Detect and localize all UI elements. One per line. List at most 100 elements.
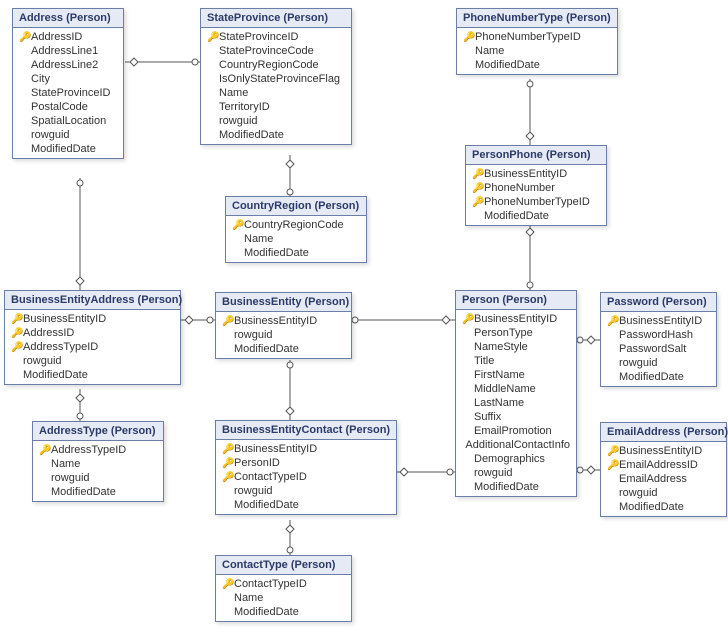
column-name: BusinessEntityID bbox=[23, 313, 106, 325]
column-name: IsOnlyStateProvinceFlag bbox=[219, 73, 340, 85]
entity-title: Address (Person) bbox=[13, 9, 123, 28]
column-name: rowguid bbox=[619, 487, 658, 499]
column-row: AddressLine1 bbox=[13, 44, 123, 58]
entity-emailaddress[interactable]: EmailAddress (Person) 🔑BusinessEntityID🔑… bbox=[600, 422, 727, 517]
entity-stateprovince[interactable]: StateProvince (Person) 🔑StateProvinceIDS… bbox=[200, 8, 352, 145]
column-name: PersonType bbox=[474, 327, 533, 339]
column-name: rowguid bbox=[619, 357, 658, 369]
column-name: AddressTypeID bbox=[51, 444, 126, 456]
entity-title: PhoneNumberType (Person) bbox=[457, 9, 617, 28]
entity-address[interactable]: Address (Person) 🔑AddressIDAddressLine1A… bbox=[12, 8, 124, 159]
column-row: ModifiedDate bbox=[201, 128, 351, 142]
entity-countryregion[interactable]: CountryRegion (Person) 🔑CountryRegionCod… bbox=[225, 196, 367, 263]
column-row: MiddleName bbox=[456, 382, 576, 396]
column-name: Name bbox=[219, 87, 248, 99]
column-row: IsOnlyStateProvinceFlag bbox=[201, 72, 351, 86]
column-row: Suffix bbox=[456, 410, 576, 424]
entity-businessentitycontact[interactable]: BusinessEntityContact (Person) 🔑Business… bbox=[215, 420, 397, 515]
entity-contacttype[interactable]: ContactType (Person) 🔑ContactTypeIDNameM… bbox=[215, 555, 352, 622]
column-row: 🔑ContactTypeID bbox=[216, 577, 351, 591]
column-name: SpatialLocation bbox=[31, 115, 106, 127]
column-name: LastName bbox=[474, 397, 524, 409]
primary-key-icon: 🔑 bbox=[222, 472, 234, 483]
column-name: AddressTypeID bbox=[23, 341, 98, 353]
entity-addresstype[interactable]: AddressType (Person) 🔑AddressTypeIDNamer… bbox=[32, 421, 164, 502]
column-row: rowguid bbox=[13, 128, 123, 142]
column-name: ContactTypeID bbox=[234, 578, 307, 590]
column-row: ModifiedDate bbox=[216, 605, 351, 619]
column-name: BusinessEntityID bbox=[234, 315, 317, 327]
column-row: Title bbox=[456, 354, 576, 368]
column-row: 🔑BusinessEntityID bbox=[5, 312, 180, 326]
column-name: rowguid bbox=[51, 472, 90, 484]
column-row: 🔑AddressID bbox=[5, 326, 180, 340]
primary-key-icon: 🔑 bbox=[463, 32, 475, 43]
column-name: ModifiedDate bbox=[475, 59, 540, 71]
column-row: ModifiedDate bbox=[456, 480, 576, 494]
entity-person[interactable]: Person (Person) 🔑BusinessEntityIDPersonT… bbox=[455, 290, 577, 497]
column-name: StateProvinceID bbox=[31, 87, 110, 99]
column-name: CountryRegionCode bbox=[219, 59, 319, 71]
entity-columns: 🔑PhoneNumberTypeIDNameModifiedDate bbox=[457, 28, 617, 74]
column-name: ModifiedDate bbox=[484, 210, 549, 222]
column-name: ModifiedDate bbox=[619, 501, 684, 513]
column-name: PersonID bbox=[234, 457, 280, 469]
entity-title: CountryRegion (Person) bbox=[226, 197, 366, 216]
primary-key-icon: 🔑 bbox=[222, 316, 234, 327]
entity-password[interactable]: Password (Person) 🔑BusinessEntityIDPassw… bbox=[600, 292, 717, 387]
entity-title: BusinessEntityAddress (Person) bbox=[5, 291, 180, 310]
column-row: ModifiedDate bbox=[457, 58, 617, 72]
entity-phonenumbertype[interactable]: PhoneNumberType (Person) 🔑PhoneNumberTyp… bbox=[456, 8, 618, 75]
column-row: StateProvinceCode bbox=[201, 44, 351, 58]
entity-businessentityaddress[interactable]: BusinessEntityAddress (Person) 🔑Business… bbox=[4, 290, 181, 385]
column-row: Name bbox=[457, 44, 617, 58]
column-name: PasswordHash bbox=[619, 329, 693, 341]
column-row: AddressLine2 bbox=[13, 58, 123, 72]
column-row: ModifiedDate bbox=[601, 500, 726, 514]
column-name: PostalCode bbox=[31, 101, 88, 113]
entity-businessentity[interactable]: BusinessEntity (Person) 🔑BusinessEntityI… bbox=[215, 292, 352, 359]
primary-key-icon: 🔑 bbox=[19, 32, 31, 43]
column-row: Name bbox=[226, 232, 366, 246]
column-row: ModifiedDate bbox=[216, 498, 396, 512]
column-name: ModifiedDate bbox=[234, 606, 299, 618]
primary-key-icon: 🔑 bbox=[462, 314, 474, 325]
column-name: Name bbox=[475, 45, 504, 57]
column-name: ModifiedDate bbox=[234, 499, 299, 511]
column-name: rowguid bbox=[474, 467, 513, 479]
column-name: BusinessEntityID bbox=[619, 445, 702, 457]
column-row: rowguid bbox=[216, 484, 396, 498]
column-name: BusinessEntityID bbox=[484, 168, 567, 180]
column-row: CountryRegionCode bbox=[201, 58, 351, 72]
column-name: BusinessEntityID bbox=[474, 313, 557, 325]
primary-key-icon: 🔑 bbox=[11, 314, 23, 325]
column-row: PasswordHash bbox=[601, 328, 716, 342]
column-row: rowguid bbox=[456, 466, 576, 480]
primary-key-icon: 🔑 bbox=[222, 458, 234, 469]
column-name: Demographics bbox=[474, 453, 545, 465]
primary-key-icon: 🔑 bbox=[11, 342, 23, 353]
column-name: ModifiedDate bbox=[23, 369, 88, 381]
primary-key-icon: 🔑 bbox=[207, 32, 219, 43]
column-name: PasswordSalt bbox=[619, 343, 686, 355]
column-name: AdditionalContactInfo bbox=[465, 439, 570, 451]
primary-key-icon: 🔑 bbox=[39, 445, 51, 456]
column-row: rowguid bbox=[5, 354, 180, 368]
entity-columns: 🔑BusinessEntityIDrowguidModifiedDate bbox=[216, 312, 351, 358]
column-row: PostalCode bbox=[13, 100, 123, 114]
entity-columns: 🔑BusinessEntityID🔑AddressID🔑AddressTypeI… bbox=[5, 310, 180, 384]
column-row: ModifiedDate bbox=[601, 370, 716, 384]
column-row: 🔑BusinessEntityID bbox=[466, 167, 606, 181]
column-row: 🔑PhoneNumber bbox=[466, 181, 606, 195]
column-row: PersonType bbox=[456, 326, 576, 340]
entity-personphone[interactable]: PersonPhone (Person) 🔑BusinessEntityID🔑P… bbox=[465, 145, 607, 226]
column-name: AddressID bbox=[31, 31, 82, 43]
column-row: EmailPromotion bbox=[456, 424, 576, 438]
column-row: 🔑ContactTypeID bbox=[216, 470, 396, 484]
column-row: 🔑BusinessEntityID bbox=[601, 444, 726, 458]
column-row: rowguid bbox=[601, 356, 716, 370]
column-row: 🔑EmailAddressID bbox=[601, 458, 726, 472]
column-name: StateProvinceCode bbox=[219, 45, 314, 57]
column-name: TerritoryID bbox=[219, 101, 270, 113]
column-name: ModifiedDate bbox=[619, 371, 684, 383]
